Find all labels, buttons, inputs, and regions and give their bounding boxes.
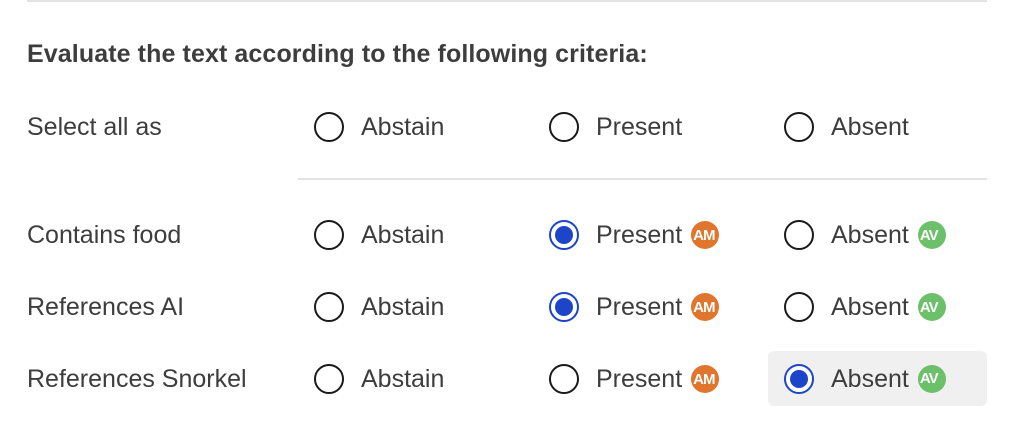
select-all-present-option[interactable]: Present bbox=[535, 101, 735, 153]
top-divider bbox=[27, 0, 987, 2]
section-divider bbox=[298, 178, 987, 180]
option-label: Absent bbox=[831, 221, 909, 249]
select-all-abstain-option[interactable]: Abstain bbox=[300, 101, 500, 153]
references-ai-abstain-option[interactable]: Abstain bbox=[300, 281, 500, 333]
option-label: Abstain bbox=[361, 113, 445, 141]
criterion-label-references-snorkel: References Snorkel bbox=[27, 365, 247, 393]
option-label: Absent bbox=[831, 293, 909, 321]
option-label: Absent bbox=[831, 113, 909, 141]
contains-food-present-radio[interactable] bbox=[549, 220, 579, 250]
contains-food-absent-radio[interactable] bbox=[784, 220, 814, 250]
references-ai-present-radio[interactable] bbox=[549, 292, 579, 322]
option-label: Present bbox=[596, 221, 683, 249]
option-label: Present bbox=[596, 293, 683, 321]
references-snorkel-present-radio[interactable] bbox=[549, 364, 579, 394]
references-ai-absent-radio[interactable] bbox=[784, 292, 814, 322]
references-ai-abstain-radio[interactable] bbox=[314, 292, 344, 322]
annotator-avatar-am: AM bbox=[691, 221, 720, 249]
contains-food-absent-option[interactable]: Absent AV bbox=[770, 209, 987, 261]
annotator-avatar-am: AM bbox=[691, 365, 720, 393]
contains-food-abstain-option[interactable]: Abstain bbox=[300, 209, 500, 261]
references-snorkel-present-option[interactable]: Present AM bbox=[535, 353, 755, 405]
contains-food-abstain-radio[interactable] bbox=[314, 220, 344, 250]
references-snorkel-abstain-option[interactable]: Abstain bbox=[300, 353, 500, 405]
criterion-label-contains-food: Contains food bbox=[27, 221, 182, 249]
select-all-label: Select all as bbox=[27, 113, 162, 141]
option-label: Present bbox=[596, 113, 683, 141]
references-ai-absent-option[interactable]: Absent AV bbox=[770, 281, 987, 333]
option-label: Present bbox=[596, 365, 683, 393]
option-label: Abstain bbox=[361, 293, 445, 321]
option-label: Absent bbox=[831, 364, 909, 393]
annotator-avatar-am: AM bbox=[691, 293, 720, 321]
references-ai-present-option[interactable]: Present AM bbox=[535, 281, 755, 333]
references-snorkel-absent-radio[interactable] bbox=[784, 363, 814, 394]
references-snorkel-abstain-radio[interactable] bbox=[314, 364, 344, 394]
criteria-heading: Evaluate the text according to the follo… bbox=[27, 40, 648, 68]
option-label: Abstain bbox=[361, 221, 445, 249]
annotator-avatar-av: AV bbox=[917, 364, 946, 393]
option-label: Abstain bbox=[361, 365, 445, 393]
contains-food-present-option[interactable]: Present AM bbox=[535, 209, 755, 261]
annotator-avatar-av: AV bbox=[917, 293, 946, 321]
annotator-avatar-av: AV bbox=[917, 221, 946, 249]
select-all-absent-option[interactable]: Absent bbox=[770, 101, 970, 153]
select-all-absent-radio[interactable] bbox=[784, 112, 814, 142]
select-all-present-radio[interactable] bbox=[549, 112, 579, 142]
references-snorkel-absent-option[interactable]: Absent AV bbox=[768, 351, 987, 406]
select-all-abstain-radio[interactable] bbox=[314, 112, 344, 142]
criterion-label-references-ai: References AI bbox=[27, 293, 185, 321]
